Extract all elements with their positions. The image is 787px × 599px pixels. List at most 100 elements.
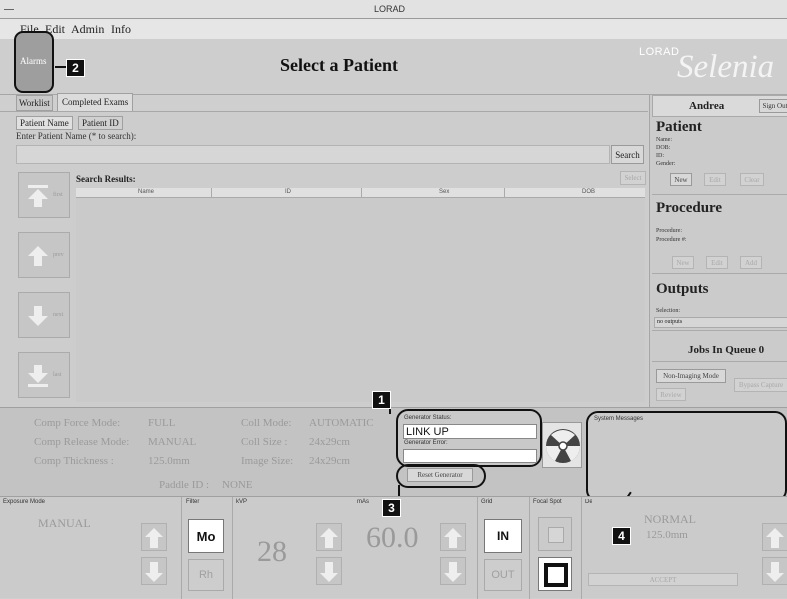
col-divider xyxy=(504,188,505,198)
prev-page-button[interactable]: prev xyxy=(18,232,70,278)
procedure-edit-button[interactable]: Edit xyxy=(706,256,728,269)
next-page-button[interactable]: next xyxy=(18,292,70,338)
image-size-label: Image Size: xyxy=(241,455,294,467)
outputs-selection-value: no outputs xyxy=(657,319,683,325)
select-button[interactable]: Select xyxy=(620,171,646,185)
filter-label: Filter xyxy=(186,499,200,505)
jobs-divider xyxy=(652,361,787,362)
procedure-field: Procedure: xyxy=(656,228,682,234)
up-arrow-icon xyxy=(320,528,338,548)
procedure-add-button[interactable]: Add xyxy=(740,256,762,269)
system-messages-label: System Messages xyxy=(594,416,644,422)
focal-spot-label: Focal Spot xyxy=(533,499,562,505)
kvp-value: 28 xyxy=(257,535,287,568)
search-results-label: Search Results: xyxy=(76,174,136,184)
window-menu-icon[interactable] xyxy=(4,2,14,10)
col-dob[interactable]: DOB xyxy=(582,189,595,195)
bypass-capture-button[interactable]: Bypass Capture xyxy=(734,378,787,392)
aec-up-button[interactable] xyxy=(762,523,787,551)
patient-edit-button[interactable]: Edit xyxy=(704,173,726,186)
menu-admin[interactable]: Admin xyxy=(71,22,104,37)
col-sex[interactable]: Sex xyxy=(439,189,449,195)
patient-id-field: ID: xyxy=(656,153,664,159)
exposure-mode-up-button[interactable] xyxy=(141,523,167,551)
comp-release-mode-value: MANUAL xyxy=(148,436,197,448)
kvp-down-button[interactable] xyxy=(316,557,342,585)
grid-in-button[interactable]: IN xyxy=(484,519,522,553)
aec-down-button[interactable] xyxy=(762,557,787,585)
alarms-label: Alarms xyxy=(20,56,47,66)
paddle-id-label: Paddle ID : xyxy=(159,479,210,491)
patient-dob-field: DOB: xyxy=(656,145,671,151)
tab-worklist[interactable]: Worklist xyxy=(16,95,53,111)
menu-info[interactable]: Info xyxy=(111,22,131,37)
search-button[interactable]: Search xyxy=(611,145,644,164)
outputs-selection-field[interactable]: no outputs xyxy=(654,317,787,328)
status-area: Comp Force Mode: FULL Comp Release Mode:… xyxy=(0,391,787,517)
patient-section: Patient Name: DOB: ID: Gender: New Edit … xyxy=(652,117,787,195)
patient-new-button[interactable]: New xyxy=(670,173,692,186)
outputs-title: Outputs xyxy=(656,281,709,297)
col-id[interactable]: ID xyxy=(285,189,291,195)
paddle-id-value: NONE xyxy=(222,479,253,491)
grid-group: Grid IN OUT xyxy=(477,497,529,599)
mas-up-button[interactable] xyxy=(440,523,466,551)
subtab-patient-id[interactable]: Patient ID xyxy=(78,116,123,130)
density-label: Density xyxy=(585,499,592,505)
first-page-button[interactable]: first xyxy=(18,172,70,218)
last-page-button[interactable]: last xyxy=(18,352,70,398)
col-name[interactable]: Name xyxy=(138,189,154,195)
exposure-mode-value: MANUAL xyxy=(38,516,91,530)
comp-thickness-label: Comp Thickness : xyxy=(34,455,114,467)
exposure-mode-label: Exposure Mode xyxy=(3,499,46,505)
next-page-icon xyxy=(28,306,48,326)
focal-spot-large-button[interactable] xyxy=(538,517,572,551)
review-button[interactable]: Review xyxy=(656,388,686,401)
page-title: Select a Patient xyxy=(280,55,398,75)
callout-3-badge: 3 xyxy=(382,499,401,517)
procedure-title: Procedure xyxy=(656,200,723,216)
procedure-number-field: Procedure #: xyxy=(656,237,687,243)
outputs-selection-label: Selection: xyxy=(656,308,680,314)
accept-button[interactable]: ACCEPT xyxy=(588,573,738,586)
focal-spot-small-button[interactable] xyxy=(538,557,572,591)
worklist-panel: Patient Name Patient ID Enter Patient Na… xyxy=(0,111,648,407)
filter-mo-button[interactable]: Mo xyxy=(188,519,224,553)
right-panel: Andrea Sign Out Patient Name: DOB: ID: G… xyxy=(649,95,787,407)
down-arrow-icon xyxy=(766,562,784,582)
col-divider xyxy=(211,188,212,198)
menu-bar: File Edit Admin Info xyxy=(0,19,787,39)
grid-label: Grid xyxy=(481,499,493,505)
comp-thickness-value: 125.0mm xyxy=(148,455,190,467)
subtab-patient-name[interactable]: Patient Name xyxy=(16,116,73,130)
header: Alarms 2 Select a Patient LORAD Selenia xyxy=(0,31,787,95)
generator-error-label: Generator Error: xyxy=(404,440,448,446)
non-imaging-mode-button[interactable]: Non-Imaging Mode xyxy=(656,369,726,383)
exposure-mode-down-button[interactable] xyxy=(141,557,167,585)
kvp-group: kVP 28 xyxy=(232,497,352,599)
window-title: LORAD xyxy=(374,4,406,14)
procedure-new-button[interactable]: New xyxy=(672,256,694,269)
reset-generator-button[interactable]: Reset Generator xyxy=(407,468,473,482)
coll-size-label: Coll Size : xyxy=(241,436,288,448)
patient-clear-button[interactable]: Clear xyxy=(740,173,764,186)
coll-mode-value: AUTOMATIC xyxy=(309,417,374,429)
sign-out-button[interactable]: Sign Out xyxy=(759,99,787,113)
patient-search-input[interactable] xyxy=(16,145,610,164)
first-label: first xyxy=(53,192,63,198)
mas-down-button[interactable] xyxy=(440,557,466,585)
tab-completed-exams[interactable]: Completed Exams xyxy=(57,93,134,111)
filter-rh-button[interactable]: Rh xyxy=(188,559,224,591)
mas-group: mAs 60.0 xyxy=(352,497,477,599)
title-bar: LORAD xyxy=(0,0,787,19)
prev-page-icon xyxy=(28,246,48,266)
user-name: Andrea xyxy=(689,100,725,112)
aec-mode-value: NORMAL xyxy=(644,512,697,526)
search-prompt: Enter Patient Name (* to search): xyxy=(16,131,137,141)
alarms-button[interactable]: Alarms xyxy=(14,31,54,93)
generator-status-panel: Generator Status: LINK UP Generator Erro… xyxy=(396,409,542,467)
kvp-up-button[interactable] xyxy=(316,523,342,551)
image-size-value: 24x29cm xyxy=(309,455,350,467)
grid-out-button[interactable]: OUT xyxy=(484,559,522,591)
prev-label: prev xyxy=(53,252,64,258)
